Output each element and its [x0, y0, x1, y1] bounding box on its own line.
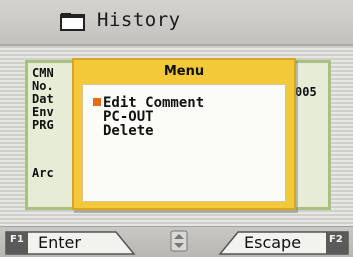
menu-list: Edit Comment PC-OUT Delete: [82, 84, 286, 202]
softkey-bar: F1 Enter Escape F2: [0, 226, 353, 257]
title-bar: History: [0, 0, 353, 46]
menu-item-pc-out[interactable]: PC-OUT: [103, 110, 154, 124]
f1-key-label: F1: [10, 234, 24, 245]
folder-icon: [60, 13, 85, 31]
up-down-arrows-icon: [170, 230, 188, 252]
menu-dialog: Menu Edit Comment PC-OUT Delete: [72, 58, 296, 210]
escape-label: Escape: [244, 233, 302, 252]
page-title: History: [97, 9, 181, 31]
menu-item-delete[interactable]: Delete: [103, 124, 154, 138]
record-value-fragment: 005: [295, 85, 317, 99]
escape-button[interactable]: Escape F2: [218, 231, 350, 255]
selection-cursor-icon: [93, 98, 101, 106]
menu-title: Menu: [163, 64, 205, 79]
enter-label: Enter: [38, 233, 81, 252]
record-field-label: PRG: [32, 118, 54, 132]
f2-key-label: F2: [329, 234, 343, 245]
record-field-label: Arc: [32, 166, 54, 180]
menu-item-edit-comment[interactable]: Edit Comment: [103, 96, 204, 110]
enter-button[interactable]: F1 Enter: [4, 231, 136, 255]
screen: History CMN No. Dat Env PRG Arc 005 Menu…: [0, 0, 353, 257]
